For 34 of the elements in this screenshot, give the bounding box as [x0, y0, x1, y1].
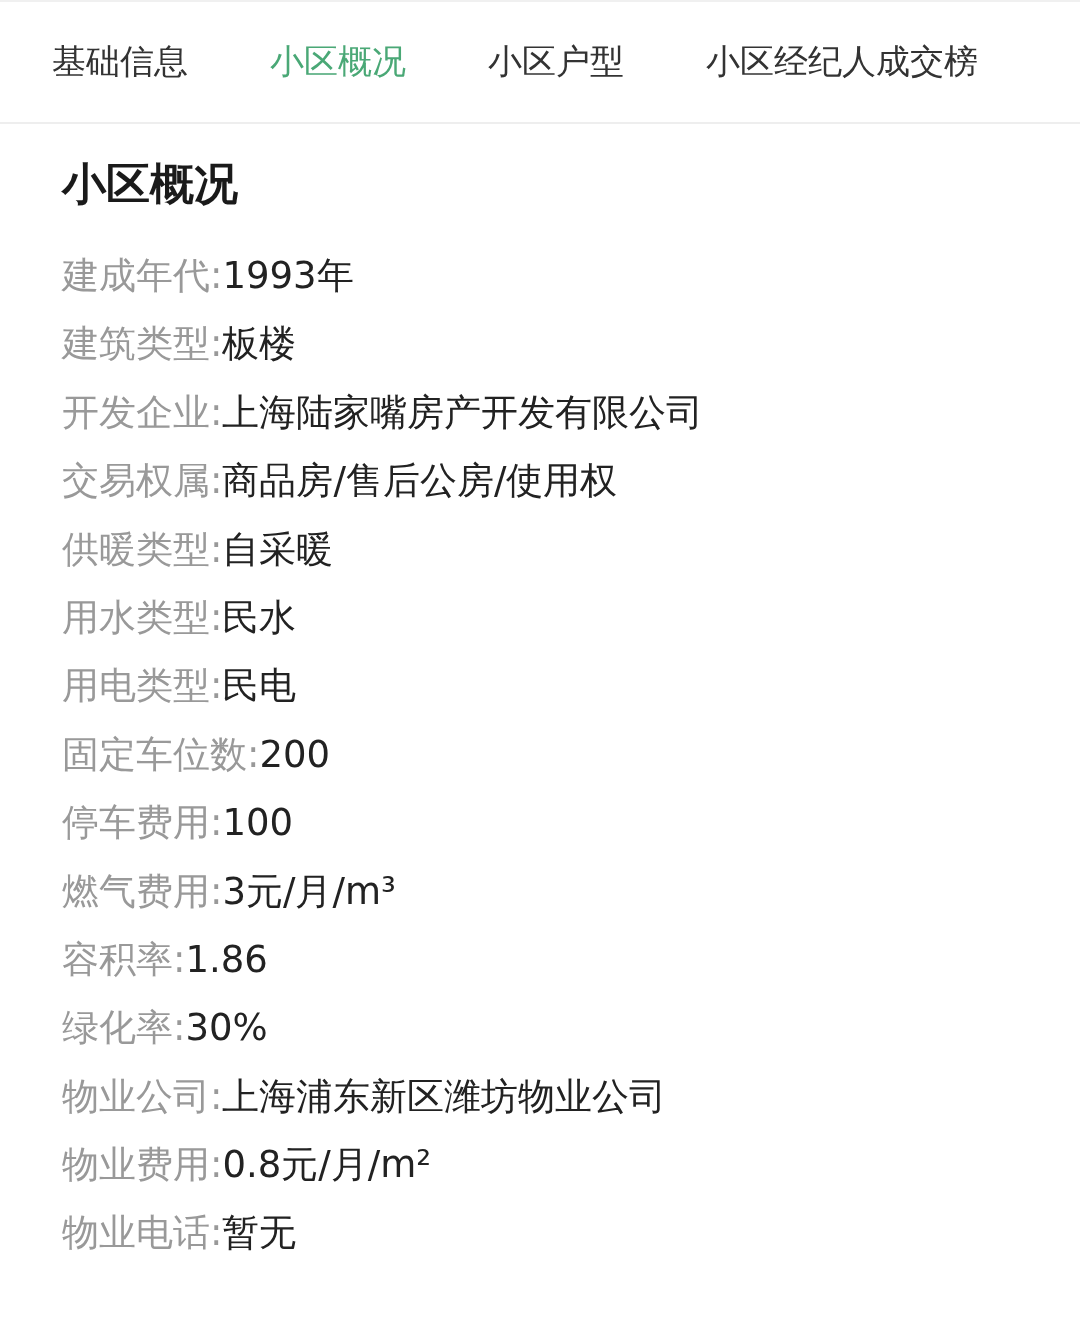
- field-label: 交易权属:: [62, 459, 223, 503]
- field-value: 商品房/售后公房/使用权: [222, 459, 618, 503]
- field-value: 30%: [185, 1006, 268, 1050]
- field-label: 物业公司:: [62, 1074, 223, 1118]
- field-value: 民电: [222, 664, 297, 708]
- field-label: 燃气费用:: [62, 869, 223, 913]
- field-label: 建筑类型:: [62, 322, 223, 366]
- field-value: 板楼: [222, 322, 297, 366]
- field-label: 建成年代:: [62, 254, 223, 297]
- field-label: 用水类型:: [62, 595, 223, 639]
- field-value: 0.8元/月/m²: [222, 1143, 432, 1187]
- field-label: 固定车位数:: [62, 732, 260, 776]
- field-value: 1.86: [185, 937, 268, 981]
- field-value: 暂无: [222, 1211, 297, 1255]
- field-label: 供暖类型:: [62, 527, 223, 571]
- field-value: 3元/月/m³: [222, 869, 396, 913]
- field-label: 停车费用:: [62, 801, 223, 845]
- section-title: 小区概况: [62, 157, 239, 211]
- field-label: 用电类型:: [62, 664, 223, 708]
- field-label: 开发企业:: [62, 390, 223, 434]
- field-value: 自采暖: [222, 527, 334, 571]
- tab[interactable]: 小区户型: [488, 39, 624, 85]
- field-value: 200: [259, 732, 331, 776]
- field-value: 民水: [222, 595, 297, 639]
- field-label: 绿化率:: [62, 1006, 186, 1050]
- tab[interactable]: 基础信息: [52, 39, 188, 85]
- tab[interactable]: 小区经纪人成交榜: [706, 39, 978, 85]
- field-value: 100: [222, 801, 294, 845]
- field-value: 1993年: [222, 254, 354, 297]
- field-label: 物业电话:: [62, 1211, 223, 1255]
- field-value: 上海陆家嘴房产开发有限公司: [222, 390, 704, 434]
- field-label: 物业费用:: [62, 1143, 223, 1187]
- field-label: 容积率:: [62, 937, 186, 981]
- field-value: 上海浦东新区潍坊物业公司: [222, 1074, 667, 1118]
